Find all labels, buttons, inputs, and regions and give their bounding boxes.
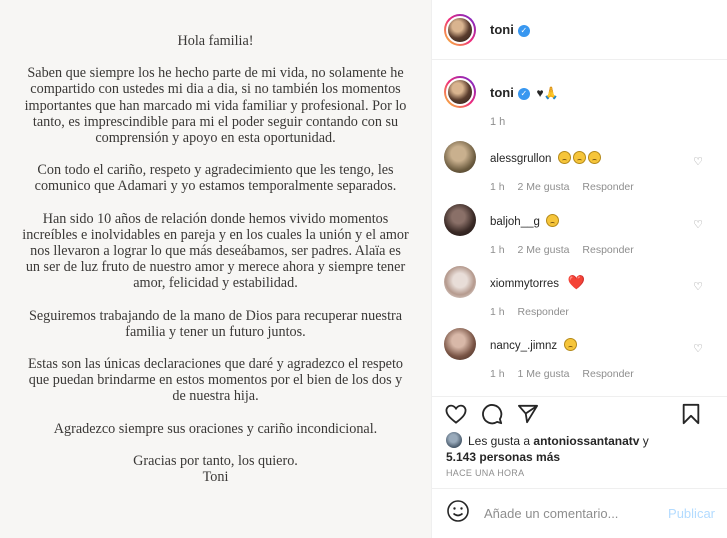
comment-time: 1 h — [490, 181, 505, 193]
likes-conjunction: y — [642, 434, 649, 448]
caption-time: 1 h — [490, 116, 506, 128]
header-username[interactable]: toni ✓ — [490, 22, 530, 37]
list-item: baljoh__g 1 h 2 Me gusta Responder ♡ — [444, 204, 715, 256]
post-actions: Les gusta a antoniossantanatv y 5.143 pe… — [432, 396, 727, 488]
reply-button[interactable]: Responder — [518, 306, 569, 318]
avatar[interactable] — [444, 204, 476, 236]
letter-paragraph: Con todo el cariño, respeto y agradecimi… — [34, 162, 397, 195]
list-item: alessgrullon 1 h 2 Me gusta Responder ♡ — [444, 141, 715, 193]
avatar[interactable] — [444, 328, 476, 360]
letter-paragraph: Han sido 10 años de relación donde hemos… — [22, 210, 409, 292]
add-comment-bar: Añade un comentario... Publicar — [432, 488, 727, 538]
avatar[interactable] — [444, 266, 476, 298]
comment-input[interactable]: Añade un comentario... — [484, 506, 668, 521]
reply-button[interactable]: Responder — [582, 368, 633, 380]
caption-text: ♥🙏 — [536, 86, 559, 100]
like-comment-icon[interactable]: ♡ — [693, 342, 703, 355]
sad-emoji-icon — [544, 212, 560, 229]
comment-likes[interactable]: 2 Me gusta — [518, 181, 570, 193]
avatar[interactable] — [444, 76, 476, 108]
list-item: xiommytorres ❤️ 1 h Responder ♡ — [444, 266, 715, 318]
letter-signature: Toni — [202, 469, 229, 486]
comment-time: 1 h — [490, 244, 505, 256]
sad-emoji-icon — [556, 149, 601, 166]
comment-icon[interactable] — [480, 402, 504, 426]
post-comment-button[interactable]: Publicar — [668, 506, 715, 521]
comment-username[interactable]: alessgrullon — [490, 153, 551, 165]
like-comment-icon[interactable]: ♡ — [693, 155, 703, 168]
instagram-post-view: Hola familia! Saben que siempre los he h… — [0, 0, 727, 538]
emoji-icon[interactable] — [446, 499, 470, 528]
comment-likes[interactable]: 2 Me gusta — [518, 244, 570, 256]
heart-icon[interactable] — [444, 402, 468, 426]
caption: toni ✓ ♥🙏 1 h — [444, 76, 715, 128]
likes-summary: Les gusta a antoniossantanatv y 5.143 pe… — [446, 432, 715, 465]
post-timestamp[interactable]: HACE UNA HORA — [446, 468, 524, 478]
letter-paragraph: Seguiremos trabajando de la mano de Dios… — [28, 307, 403, 340]
letter-closing: Gracias por tanto, los quiero. — [133, 452, 298, 469]
letter-paragraph: Estas son las únicas declaraciones que d… — [27, 356, 403, 405]
caption-username[interactable]: toni ✓ — [490, 85, 533, 100]
like-comment-icon[interactable]: ♡ — [693, 280, 703, 293]
reply-button[interactable]: Responder — [582, 181, 633, 193]
likes-prefix: Les gusta a — [468, 434, 531, 448]
liker-username[interactable]: antoniossantanatv — [533, 434, 639, 448]
comment-time: 1 h — [490, 368, 505, 380]
avatar[interactable] — [444, 13, 476, 46]
comment-time: 1 h — [490, 306, 505, 318]
letter-paragraph: Agradezco siempre sus oraciones y cariño… — [53, 420, 378, 437]
bookmark-icon[interactable] — [679, 402, 703, 426]
post-side-panel: toni ✓ toni ✓ ♥🙏 1 h alessgrullon 1 h 2 … — [431, 0, 727, 538]
avatar — [446, 432, 462, 448]
verified-icon: ✓ — [517, 24, 530, 37]
heart-emoji-icon: ❤️ — [567, 274, 585, 290]
letter-paragraph: Saben que siempre los he hecho parte de … — [24, 65, 407, 147]
comment-username[interactable]: baljoh__g — [490, 216, 540, 228]
comment-likes[interactable]: 1 Me gusta — [518, 368, 570, 380]
comments-list[interactable]: toni ✓ ♥🙏 1 h alessgrullon 1 h 2 Me gusta… — [432, 61, 727, 396]
comment-username[interactable]: xiommytorres — [490, 278, 559, 290]
verified-icon: ✓ — [517, 87, 530, 100]
reply-button[interactable]: Responder — [582, 244, 633, 256]
letter-greeting: Hola familia! — [177, 33, 254, 49]
comment-username[interactable]: nancy_.jimnz — [490, 340, 557, 352]
sad-emoji-icon — [562, 336, 577, 353]
list-item: nancy_.jimnz 1 h 1 Me gusta Responder ♡ — [444, 328, 715, 380]
share-icon[interactable] — [516, 402, 540, 426]
avatar[interactable] — [444, 141, 476, 173]
likes-count[interactable]: 5.143 personas más — [446, 450, 560, 464]
post-image-letter: Hola familia! Saben que siempre los he h… — [0, 0, 431, 538]
like-comment-icon[interactable]: ♡ — [693, 218, 703, 231]
post-header: toni ✓ — [432, 0, 727, 60]
